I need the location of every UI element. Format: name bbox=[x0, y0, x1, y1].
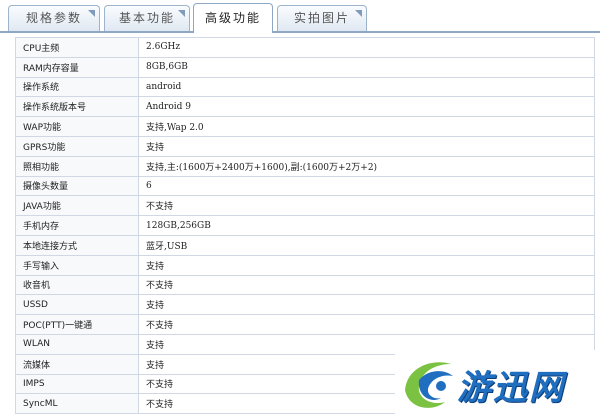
table-row: 收音机 不支持 bbox=[15, 274, 595, 296]
spec-key: 手机内存 bbox=[15, 215, 139, 236]
spec-key: IMPS bbox=[15, 373, 139, 395]
tab-specs-label: 规格参数 bbox=[25, 11, 82, 25]
spec-key: 流媒体 bbox=[15, 353, 139, 375]
table-row: POC(PTT)一键通 不支持 bbox=[15, 314, 595, 335]
spec-value: 支持 bbox=[138, 254, 595, 276]
table-row: 操作系统 android bbox=[15, 76, 595, 98]
spec-key: 本地连接方式 bbox=[15, 234, 139, 256]
spec-key: 操作系统 bbox=[15, 76, 139, 98]
tab-advanced-functions[interactable]: 高级功能 bbox=[193, 3, 273, 33]
table-row: 手机内存 128GB,256GB bbox=[15, 215, 595, 236]
table-row: GPRS功能 支持 bbox=[15, 135, 595, 157]
table-row: USSD 支持 bbox=[15, 294, 595, 316]
spec-value: 支持 bbox=[138, 135, 595, 157]
spec-value: 2.6GHz bbox=[138, 37, 595, 58]
tab-advanced-functions-label: 高级功能 bbox=[204, 11, 261, 25]
table-row: 手写输入 支持 bbox=[15, 254, 595, 276]
tab-photos[interactable]: 实拍图片 bbox=[277, 5, 367, 31]
tab-underline bbox=[0, 31, 600, 33]
tab-photos-label: 实拍图片 bbox=[293, 11, 350, 25]
swirl-logo-icon bbox=[405, 362, 453, 408]
tab-bar: 规格参数 基本功能 高级功能 实拍图片 bbox=[0, 0, 600, 33]
spec-key: WLAN bbox=[15, 333, 139, 355]
spec-key: 操作系统版本号 bbox=[15, 96, 139, 118]
table-row: 操作系统版本号 Android 9 bbox=[15, 96, 595, 118]
table-row: RAM内存容量 8GB,6GB bbox=[15, 56, 595, 78]
spec-value: 支持,主:(1600万+2400万+1600),副:(1600万+2万+2) bbox=[138, 155, 595, 177]
spec-key: GPRS功能 bbox=[15, 135, 139, 157]
table-row: 本地连接方式 蓝牙,USB bbox=[15, 234, 595, 256]
spec-key: 收音机 bbox=[15, 274, 139, 296]
spec-value: 支持,Wap 2.0 bbox=[138, 116, 595, 137]
spec-value: android bbox=[138, 76, 595, 98]
table-row: WAP功能 支持,Wap 2.0 bbox=[15, 116, 595, 137]
spec-value: 蓝牙,USB bbox=[138, 234, 595, 256]
table-row: CPU主频 2.6GHz bbox=[15, 37, 595, 58]
tab-corner-icon bbox=[178, 10, 185, 17]
spec-key: SyncML bbox=[15, 393, 139, 415]
table-row: 摄像头数量 6 bbox=[15, 175, 595, 197]
watermark-text: 游迅网 bbox=[457, 368, 565, 408]
site-watermark: 游迅网 bbox=[395, 350, 600, 418]
table-row: JAVA功能 不支持 bbox=[15, 195, 595, 217]
table-row: 照相功能 支持,主:(1600万+2400万+1600),副:(1600万+2万+… bbox=[15, 155, 595, 177]
spec-value: 不支持 bbox=[138, 314, 595, 335]
tab-corner-icon bbox=[88, 10, 95, 17]
spec-key: WAP功能 bbox=[15, 116, 139, 137]
spec-key: 手写输入 bbox=[15, 254, 139, 276]
spec-key: POC(PTT)一键通 bbox=[15, 314, 139, 335]
spec-key: 摄像头数量 bbox=[15, 175, 139, 197]
spec-key: CPU主频 bbox=[15, 37, 139, 58]
spec-value: 8GB,6GB bbox=[138, 56, 595, 78]
tab-basic-functions[interactable]: 基本功能 bbox=[104, 5, 190, 31]
spec-key: JAVA功能 bbox=[15, 195, 139, 217]
spec-key: USSD bbox=[15, 294, 139, 316]
spec-value: 不支持 bbox=[138, 195, 595, 217]
spec-key: RAM内存容量 bbox=[15, 56, 139, 78]
spec-value: 不支持 bbox=[138, 274, 595, 296]
tab-specs[interactable]: 规格参数 bbox=[8, 5, 100, 31]
spec-value: Android 9 bbox=[138, 96, 595, 118]
spec-key: 照相功能 bbox=[15, 155, 139, 177]
spec-value: 128GB,256GB bbox=[138, 215, 595, 236]
spec-value: 支持 bbox=[138, 294, 595, 316]
tab-corner-icon bbox=[355, 10, 362, 17]
tab-basic-functions-label: 基本功能 bbox=[118, 11, 175, 25]
spec-value: 6 bbox=[138, 175, 595, 197]
